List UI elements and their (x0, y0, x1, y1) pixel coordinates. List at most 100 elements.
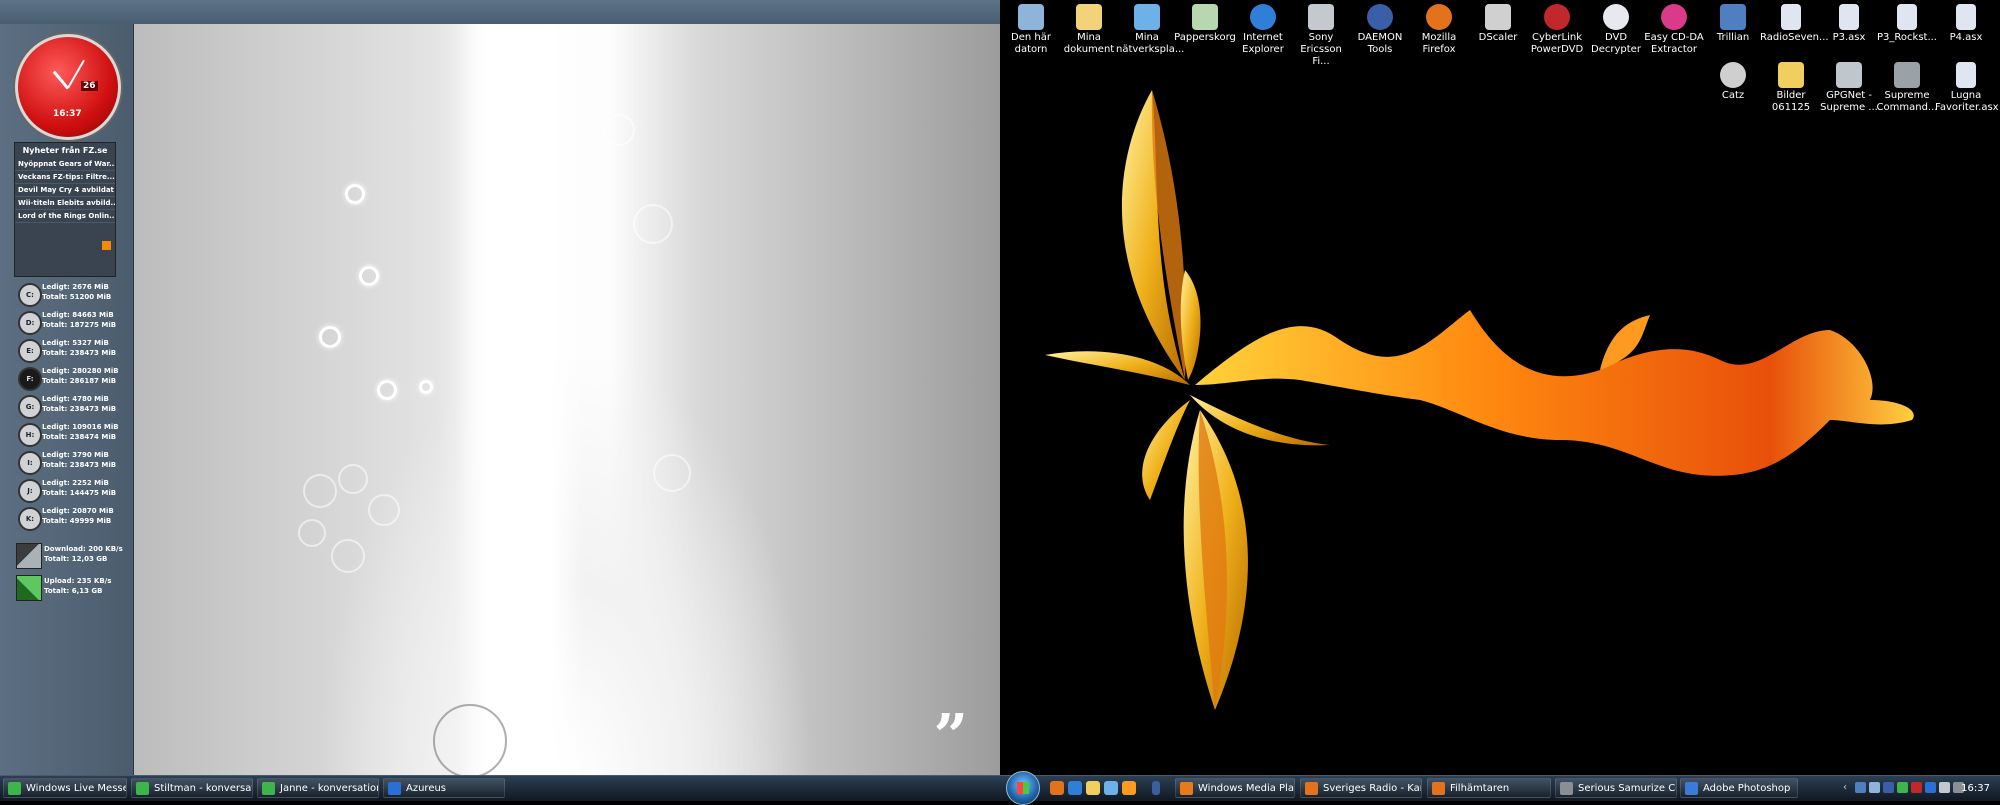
analog-clock-gadget[interactable]: 26 16:37 (15, 34, 121, 140)
upload-meter: Upload: 235 KB/s Totalt: 6,13 GB (14, 574, 134, 601)
download-arrow-icon (16, 543, 42, 569)
drive-f: F: Ledigt: 280280 MiB Totalt: 286187 MiB (14, 364, 124, 391)
drive-total: Totalt: 286187 MiB (42, 377, 117, 385)
taskbar-button-media-player[interactable]: Windows Media Pla... (1175, 778, 1295, 798)
windows-logo-icon (1017, 782, 1029, 794)
desktop-icon-powerdvd[interactable]: CyberLink PowerDVD (1526, 0, 1588, 56)
drive-free: Ledigt: 20870 MiB (42, 507, 114, 515)
desktop-icon-p3-rockst[interactable]: P3_Rockst... (1876, 0, 1938, 44)
daemon-tools-icon (1367, 4, 1393, 30)
firefox-icon (1305, 782, 1318, 795)
tray-app-icon[interactable] (1911, 782, 1922, 793)
asx-file-icon (1781, 4, 1801, 30)
wallpaper-flower (633, 204, 673, 244)
taskbar-button-janne[interactable]: Janne - konversation (257, 778, 379, 798)
drive-icon: E: (18, 339, 42, 363)
desktop-icon-trillian[interactable]: Trillian (1702, 0, 1764, 44)
internet-explorer-icon (1250, 4, 1276, 30)
tray-trillian-icon[interactable] (1855, 782, 1866, 793)
taskbar-button-azureus[interactable]: Azureus (383, 778, 505, 798)
tray-volume-icon[interactable] (1939, 782, 1950, 793)
quicklaunch-folder-icon[interactable] (1086, 781, 1100, 795)
desktop-icon-sony-ericsson[interactable]: Sony Ericsson Fi... (1290, 0, 1352, 68)
clock-digital-time: 16:37 (53, 109, 82, 119)
desktop-icon-label: RadioSeven... (1760, 32, 1829, 43)
desktop-icon-internet-explorer[interactable]: Internet Explorer (1232, 0, 1294, 56)
taskbar-button-label: Serious Samurize Co... (1578, 783, 1676, 794)
messenger-icon (8, 782, 21, 795)
desktop-icon-label: Papperskorg (1174, 32, 1236, 43)
desktop-icon-label: DAEMON Tools (1357, 32, 1403, 55)
desktop-icon-label: GPGNet - Supreme ... (1820, 90, 1878, 113)
tray-expand-icon[interactable]: ‹ (1843, 782, 1854, 793)
desktop-icon-gpgnet[interactable]: GPGNet - Supreme ... (1818, 58, 1880, 114)
desktop-icon-label: Easy CD-DA Extractor (1644, 32, 1704, 55)
desktop-icon-dscaler[interactable]: DScaler (1467, 0, 1529, 44)
desktop-icon-daemon-tools[interactable]: DAEMON Tools (1349, 0, 1411, 56)
taskbar-clock[interactable]: 16:37 (1961, 776, 1990, 801)
desktop-icon-label: Mina dokument (1063, 32, 1115, 55)
news-item[interactable]: Wii-titeln Elebits avbild... (15, 197, 115, 210)
drive-total: Totalt: 238473 MiB (42, 349, 117, 357)
sony-ericsson-icon (1308, 4, 1334, 30)
desktop-icon-label: DScaler (1478, 32, 1518, 43)
desktop-icon-dvd-decrypter[interactable]: DVD Decrypter (1585, 0, 1647, 56)
tray-azureus-icon[interactable] (1925, 782, 1936, 793)
taskbar-button-photoshop[interactable]: Adobe Photoshop (1680, 778, 1798, 798)
taskbar-button-label: Windows Media Pla... (1198, 783, 1295, 794)
asx-file-icon (1897, 4, 1917, 30)
quicklaunch-firefox-icon[interactable] (1050, 781, 1064, 795)
upload-arrow-icon (16, 575, 42, 601)
quicklaunch-expand-icon[interactable] (1152, 781, 1160, 795)
news-gadget[interactable]: Nyheter från FZ.se Nyöppnat Gears of War… (14, 142, 116, 277)
taskbar-button-filhamtaren[interactable]: Filhämtaren (1427, 778, 1551, 798)
desktop-icon-label: P3.asx (1832, 32, 1866, 43)
download-total: Totalt: 12,03 GB (44, 555, 108, 563)
desktop-icon-firefox[interactable]: Mozilla Firefox (1408, 0, 1470, 56)
drive-k: K: Ledigt: 20870 MiB Totalt: 49999 MiB (14, 504, 124, 531)
desktop-icon-recycle-bin[interactable]: Papperskorg (1174, 0, 1236, 44)
desktop-icon-bilder[interactable]: Bilder 061125 (1760, 58, 1822, 114)
quicklaunch-ie-icon[interactable] (1068, 781, 1082, 795)
drive-e: E: Ledigt: 5327 MiB Totalt: 238473 MiB (14, 336, 124, 363)
desktop-icon-network-places[interactable]: Mina nätverkspla... (1116, 0, 1184, 56)
drive-free: Ledigt: 3790 MiB (42, 451, 109, 459)
taskbar-button-stiltman[interactable]: Stiltman - konversati... (131, 778, 253, 798)
tray-daemon-icon[interactable] (1883, 782, 1894, 793)
news-item[interactable]: Lord of the Rings Onlin... (15, 210, 115, 223)
news-title: Nyheter från FZ.se (22, 146, 108, 155)
desktop-icon-supreme-commander[interactable]: Supreme Command... (1876, 58, 1938, 114)
drive-free: Ledigt: 2676 MiB (42, 283, 109, 291)
desktop-icon-p4[interactable]: P4.asx (1935, 0, 1997, 44)
desktop-icon-documents[interactable]: Mina dokument (1058, 0, 1120, 56)
quicklaunch-desktop-icon[interactable] (1104, 781, 1118, 795)
desktop-icon-label: Catz (1721, 90, 1745, 101)
taskbar-button-messenger[interactable]: Windows Live Messe... (3, 778, 127, 798)
desktop-icon-cd-extractor[interactable]: Easy CD-DA Extractor (1643, 0, 1705, 56)
drive-icon: D: (18, 311, 42, 335)
news-item[interactable]: Devil May Cry 4 avbildat (15, 184, 115, 197)
rss-icon[interactable] (102, 241, 111, 250)
gadget-sidebar: 26 16:37 Nyheter från FZ.se Nyöppnat Gea… (0, 24, 134, 775)
tray-messenger-icon[interactable] (1897, 782, 1908, 793)
taskbar-button-samurize[interactable]: Serious Samurize Co... (1555, 778, 1677, 798)
desktop-icon-radioseven[interactable]: RadioSeven... (1760, 0, 1829, 44)
taskbar-button-label: Janne - konversation (280, 783, 379, 794)
wallpaper-flower (338, 464, 368, 494)
taskbar-button-sveriges-radio[interactable]: Sveriges Radio - Kan... (1300, 778, 1422, 798)
wallpaper-flower (298, 519, 326, 547)
desktop-icon-p3[interactable]: P3.asx (1818, 0, 1880, 44)
asx-file-icon (1956, 4, 1976, 30)
news-item[interactable]: Nyöppnat Gears of War... (15, 158, 115, 171)
samurize-icon (1560, 782, 1573, 795)
desktop-icon-computer[interactable]: Den här datorn (1000, 0, 1062, 56)
tray-network-icon[interactable] (1869, 782, 1880, 793)
news-item[interactable]: Veckans FZ-tips: Filtre... (15, 171, 115, 184)
drive-total: Totalt: 144475 MiB (42, 489, 117, 497)
desktop-icon-lugna-favoriter[interactable]: Lugna Favoriter.asx (1935, 58, 1999, 114)
desktop-icon-catz[interactable]: Catz (1702, 58, 1764, 102)
desktop-icon-label: Mozilla Firefox (1421, 32, 1457, 55)
drive-free: Ledigt: 5327 MiB (42, 339, 109, 347)
drive-free: Ledigt: 2252 MiB (42, 479, 109, 487)
quicklaunch-app-icon[interactable] (1122, 781, 1136, 795)
